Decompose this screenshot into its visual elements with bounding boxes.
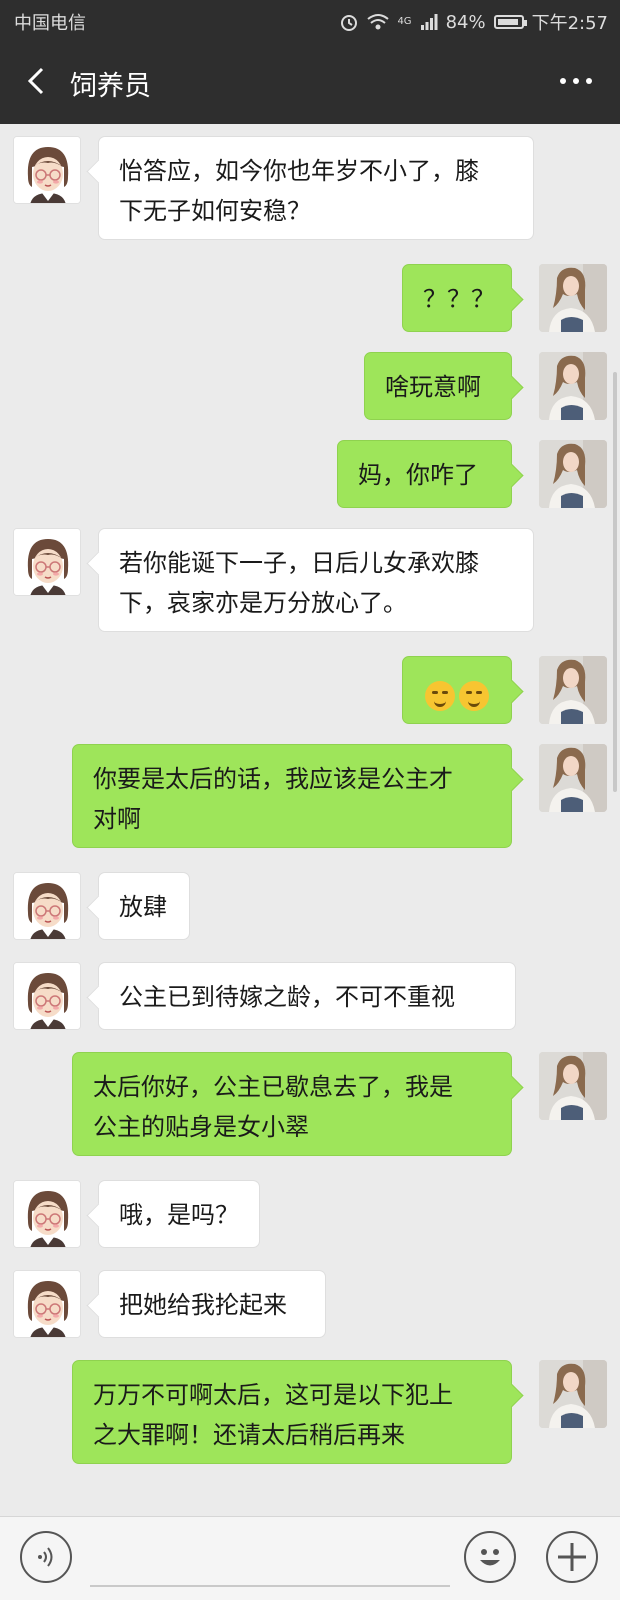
message-bubble[interactable]: 妈，你咋了 bbox=[337, 440, 512, 508]
emoji-button[interactable] bbox=[464, 1531, 516, 1583]
plus-icon bbox=[558, 1543, 586, 1571]
my-avatar[interactable] bbox=[539, 1052, 607, 1120]
my-avatar[interactable] bbox=[539, 1360, 607, 1428]
wifi-icon bbox=[367, 14, 390, 30]
sender-avatar[interactable] bbox=[13, 1180, 81, 1248]
message-bubble[interactable]: 啥玩意啊 bbox=[364, 352, 512, 420]
message-bubble[interactable]: 公主已到待嫁之龄，不可不重视 bbox=[98, 962, 516, 1030]
message-bubble[interactable]: 万万不可啊太后，这可是以下犯上 之大罪啊！还请太后稍后再来 bbox=[72, 1360, 512, 1464]
my-avatar[interactable] bbox=[539, 744, 607, 812]
message-row: ？？？ bbox=[0, 264, 620, 332]
voice-icon bbox=[38, 1547, 53, 1567]
message-row: 万万不可啊太后，这可是以下犯上 之大罪啊！还请太后稍后再来 bbox=[0, 1360, 620, 1464]
message-row: 若你能诞下一子，日后儿女承欢膝 下，哀家亦是万分放心了。 bbox=[0, 528, 620, 632]
voice-button[interactable] bbox=[20, 1531, 72, 1583]
chat-header: 饲养员 bbox=[0, 40, 620, 124]
message-text: 把她给我抡起来 bbox=[119, 1291, 287, 1319]
message-text: 哦，是吗？ bbox=[119, 1201, 239, 1229]
my-avatar[interactable] bbox=[539, 264, 607, 332]
message-bubble[interactable]: 哦，是吗？ bbox=[98, 1180, 260, 1248]
message-text: 太后你好，公主已歇息去了，我是 公主的贴身是女小翠 bbox=[93, 1073, 453, 1141]
message-list[interactable]: 怡答应，如今你也年岁不小了，膝 下无子如何安稳？ ？？？ 啥玩意啊妈，你咋了若你能诞… bbox=[0, 124, 620, 1516]
message-bubble[interactable]: ？？？ bbox=[402, 264, 512, 332]
battery-icon bbox=[493, 15, 527, 29]
plus-button[interactable] bbox=[546, 1531, 598, 1583]
clock: 下午2:57 bbox=[531, 13, 608, 34]
message-bubble[interactable]: 太后你好，公主已歇息去了，我是 公主的贴身是女小翠 bbox=[72, 1052, 512, 1156]
message-bubble[interactable] bbox=[402, 656, 512, 724]
message-text: 妈，你咋了 bbox=[358, 461, 478, 489]
relieved-emoji-icon bbox=[459, 681, 489, 711]
carrier-label: 中国电信 bbox=[14, 13, 86, 34]
sender-avatar[interactable] bbox=[13, 962, 81, 1030]
sender-avatar[interactable] bbox=[13, 528, 81, 596]
chat-title: 饲养员 bbox=[70, 71, 151, 102]
message-row: 放肆 bbox=[0, 872, 620, 940]
status-bar: 中国电信 4G 84% 下午2:57 bbox=[0, 0, 620, 40]
message-bubble[interactable]: 你要是太后的话，我应该是公主才 对啊 bbox=[72, 744, 512, 848]
message-row: 你要是太后的话，我应该是公主才 对啊 bbox=[0, 744, 620, 848]
sender-avatar[interactable] bbox=[13, 1270, 81, 1338]
message-text: 怡答应，如今你也年岁不小了，膝 下无子如何安稳？ bbox=[119, 157, 479, 225]
back-icon[interactable] bbox=[22, 66, 52, 96]
input-bar bbox=[0, 1516, 620, 1600]
message-bubble[interactable]: 怡答应，如今你也年岁不小了，膝 下无子如何安稳？ bbox=[98, 136, 534, 240]
more-options-icon[interactable] bbox=[560, 78, 592, 84]
my-avatar[interactable] bbox=[539, 352, 607, 420]
my-avatar[interactable] bbox=[539, 440, 607, 508]
my-avatar[interactable] bbox=[539, 656, 607, 724]
message-row bbox=[0, 656, 620, 724]
smirk-emoji-icon bbox=[425, 681, 455, 711]
message-text: 公主已到待嫁之龄，不可不重视 bbox=[119, 983, 455, 1011]
sender-avatar[interactable] bbox=[13, 872, 81, 940]
message-row: 妈，你咋了 bbox=[0, 440, 620, 508]
message-row: 公主已到待嫁之龄，不可不重视 bbox=[0, 962, 620, 1030]
message-bubble[interactable]: 放肆 bbox=[98, 872, 190, 940]
message-row: 啥玩意啊 bbox=[0, 352, 620, 420]
message-row: 哦，是吗？ bbox=[0, 1180, 620, 1248]
sender-avatar[interactable] bbox=[13, 136, 81, 204]
message-text: 你要是太后的话，我应该是公主才 对啊 bbox=[93, 765, 453, 833]
message-row: 怡答应，如今你也年岁不小了，膝 下无子如何安稳？ bbox=[0, 136, 620, 240]
message-text: 放肆 bbox=[119, 893, 167, 921]
message-text: ？？？ bbox=[423, 285, 495, 313]
network-label: 4G bbox=[397, 16, 412, 27]
battery-percent: 84% bbox=[445, 11, 486, 33]
message-row: 太后你好，公主已歇息去了，我是 公主的贴身是女小翠 bbox=[0, 1052, 620, 1156]
message-input[interactable] bbox=[90, 1531, 450, 1587]
message-text: 万万不可啊太后，这可是以下犯上 之大罪啊！还请太后稍后再来 bbox=[93, 1381, 453, 1449]
emoji-icon bbox=[480, 1549, 500, 1566]
message-text: 啥玩意啊 bbox=[385, 373, 481, 401]
message-text: 若你能诞下一子，日后儿女承欢膝 下，哀家亦是万分放心了。 bbox=[119, 549, 479, 617]
message-row: 把她给我抡起来 bbox=[0, 1270, 620, 1338]
signal-icon bbox=[420, 14, 438, 30]
message-bubble[interactable]: 把她给我抡起来 bbox=[98, 1270, 326, 1338]
alarm-icon bbox=[341, 15, 358, 31]
scrollbar[interactable] bbox=[613, 372, 617, 792]
message-bubble[interactable]: 若你能诞下一子，日后儿女承欢膝 下，哀家亦是万分放心了。 bbox=[98, 528, 534, 632]
status-icons: 4G 84% 下午2:57 bbox=[339, 9, 608, 35]
